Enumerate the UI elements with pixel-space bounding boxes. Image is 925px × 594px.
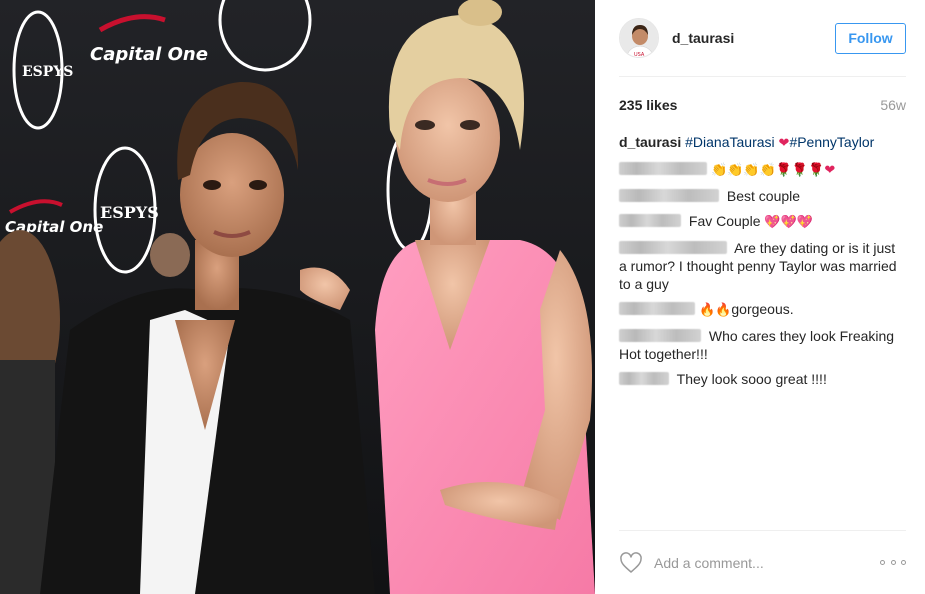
red-heart-icon: ❤ (824, 163, 836, 178)
list-item: Best couple (619, 187, 906, 205)
comment-text: gorgeous. (731, 301, 794, 317)
comment-text: They look sooo great !!!! (676, 371, 827, 387)
comment-bar (619, 530, 906, 594)
follow-button[interactable]: Follow (835, 22, 906, 54)
redacted-username[interactable] (619, 302, 695, 315)
clapping-hands-icon: 👏👏👏👏 (711, 163, 776, 178)
redacted-username[interactable] (619, 189, 719, 202)
post-header: USA d_taurasi Follow (619, 0, 906, 77)
comment-text: Fav Couple (688, 213, 761, 229)
redacted-username[interactable] (619, 162, 707, 175)
comment-text: Best couple (726, 188, 801, 204)
post-details-panel: USA d_taurasi Follow 235 likes 56w d_tau… (595, 0, 925, 594)
redacted-username[interactable] (619, 372, 669, 385)
likes-count[interactable]: 235 likes (619, 97, 677, 113)
list-item: Fav Couple 💖💖💖 (619, 212, 906, 232)
list-item: 🔥🔥gorgeous. (619, 300, 906, 320)
redacted-username[interactable] (619, 214, 681, 227)
heart-outline-icon[interactable] (619, 551, 643, 575)
redacted-username[interactable] (619, 329, 701, 342)
caption-username[interactable]: d_taurasi (619, 134, 681, 150)
caption: d_taurasi #DianaTaurasi ❤#PennyTaylor (619, 133, 906, 153)
post-age[interactable]: 56w (880, 97, 906, 113)
backdrop-text: ESPYS (22, 64, 73, 80)
red-carpet-photo: ESPYS ESPYS Capital One Capital One (0, 0, 595, 594)
post-username[interactable]: d_taurasi (672, 30, 734, 46)
list-item: They look sooo great !!!! (619, 370, 906, 388)
list-item: Are they dating or is it just a rumor? I… (619, 239, 906, 293)
fire-icon: 🔥🔥 (699, 303, 732, 318)
backdrop-text: Capital One (90, 44, 208, 65)
list-item: Who cares they look Freaking Hot togethe… (619, 327, 906, 363)
post-stats: 235 likes 56w (619, 95, 906, 115)
rose-icon: 🌹🌹🌹 (775, 163, 825, 178)
pink-hearts-icon: 💖💖💖 (764, 215, 813, 230)
redacted-username[interactable] (619, 241, 727, 254)
list-item: 👏👏👏👏🌹🌹🌹❤ (619, 160, 906, 180)
hashtag-link[interactable]: #DianaTaurasi (685, 134, 775, 150)
svg-text:USA: USA (634, 52, 645, 58)
comments-list: d_taurasi #DianaTaurasi ❤#PennyTaylor 👏👏… (619, 133, 906, 395)
hashtag-link[interactable]: #PennyTaylor (789, 134, 874, 150)
red-heart-icon: ❤ (778, 136, 790, 151)
backdrop-text: ESPYS (100, 203, 159, 222)
more-options-icon[interactable] (880, 558, 906, 568)
add-comment-input[interactable] (654, 551, 880, 574)
profile-avatar[interactable]: USA (619, 18, 659, 58)
post-photo[interactable]: ESPYS ESPYS Capital One Capital One (0, 0, 595, 594)
